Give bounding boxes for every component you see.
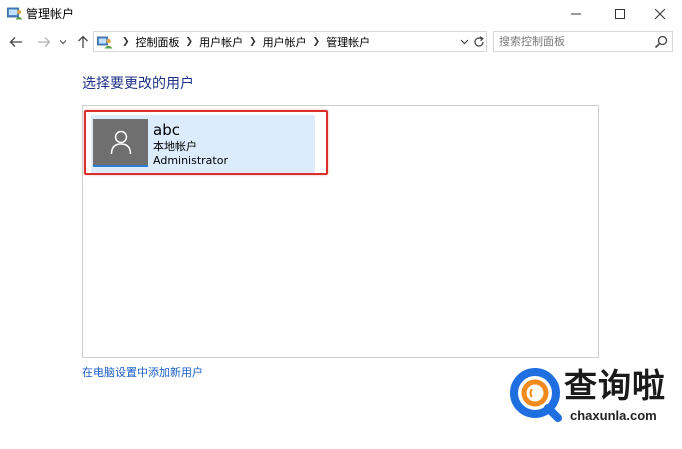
watermark-url: chaxunla.com [570,408,657,423]
arrow-left-icon [9,37,22,47]
user-accounts-icon [97,36,113,49]
address-bar[interactable]: ❯ 控制面板 ❯ 用户帐户 ❯ 用户帐户 ❯ 管理帐户 [93,31,487,52]
chevron-right-icon[interactable]: ❯ [313,37,321,47]
chevron-down-icon [460,39,468,45]
highlight-annotation [84,110,328,175]
chevron-right-icon[interactable]: ❯ [249,37,257,47]
chevron-down-icon [59,40,67,45]
search-input[interactable] [499,34,649,49]
chevron-right-icon[interactable]: ❯ [186,37,194,47]
add-new-user-link[interactable]: 在电脑设置中添加新用户 [82,366,203,380]
arrow-up-icon [78,35,88,48]
close-icon [655,9,665,19]
breadcrumb-control-panel[interactable]: 控制面板 [136,34,180,50]
up-button[interactable] [73,32,93,52]
back-button[interactable] [6,32,26,52]
close-button[interactable] [638,0,682,28]
search-box[interactable] [493,31,673,52]
minimize-icon [571,13,581,15]
search-icon[interactable] [654,35,668,49]
refresh-button[interactable] [472,33,486,50]
breadcrumb: ❯ 控制面板 ❯ 用户帐户 ❯ 用户帐户 ❯ 管理帐户 [116,34,370,50]
minimize-button[interactable] [554,0,598,28]
control-panel-users-icon [7,7,23,20]
breadcrumb-manage-accounts[interactable]: 管理帐户 [326,34,370,50]
refresh-icon [474,35,484,47]
watermark: 查询啦 chaxunla.com [508,366,678,430]
forward-button[interactable] [34,32,54,52]
chevron-right-icon: ❯ [122,37,130,47]
address-history-button[interactable] [458,35,470,49]
recent-locations-button[interactable] [56,32,70,52]
window-title: 管理帐户 [26,7,75,21]
maximize-button[interactable] [598,0,642,28]
title-bar: 管理帐户 [0,0,682,28]
breadcrumb-user-accounts-sub[interactable]: 用户帐户 [263,34,307,50]
breadcrumb-user-accounts[interactable]: 用户帐户 [199,34,243,50]
watermark-brand: 查询啦 [564,366,666,405]
page-title: 选择要更改的用户 [82,76,194,92]
arrow-right-icon [38,37,51,47]
chaxunla-logo-icon [510,368,562,422]
maximize-icon [615,9,625,19]
